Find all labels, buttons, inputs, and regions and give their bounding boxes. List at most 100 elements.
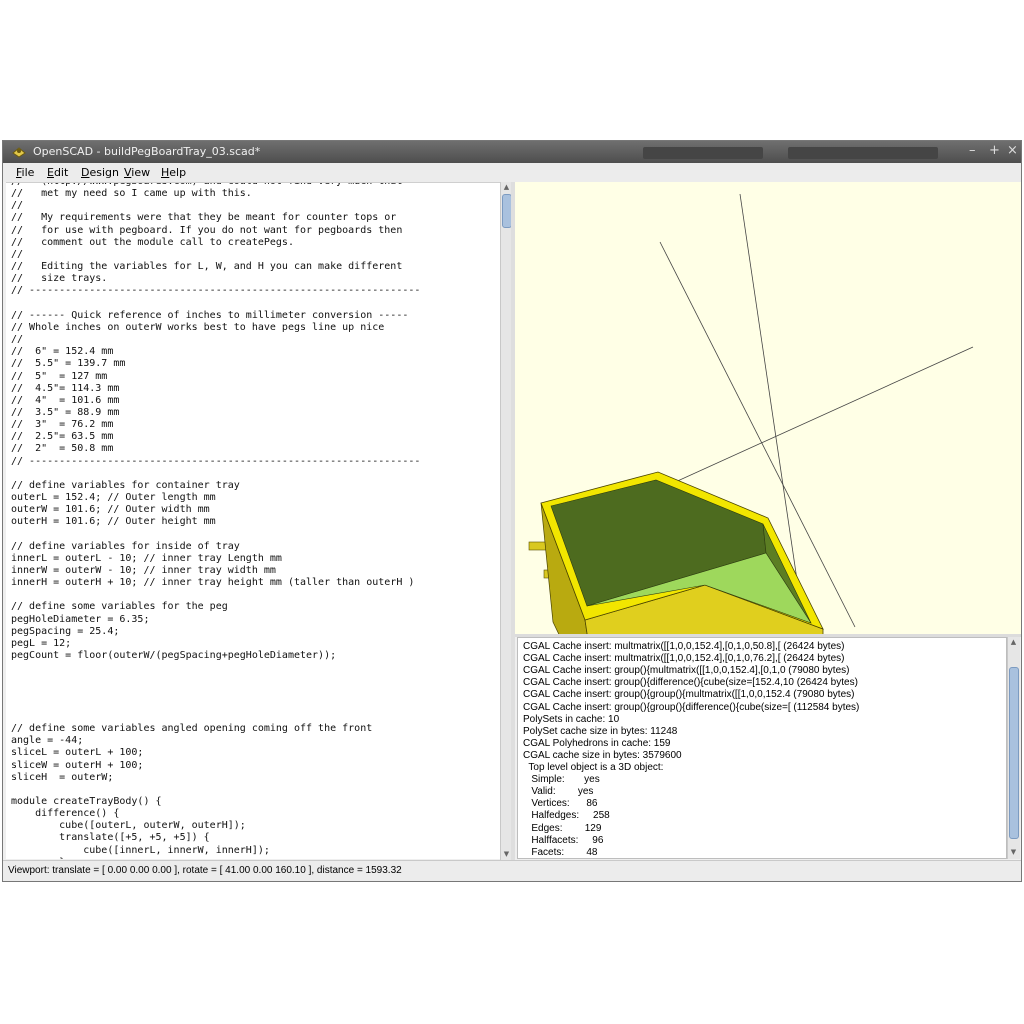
code-line[interactable]: sliceH = outerW; [11,772,420,784]
console-line: Vertices: 86 [523,798,598,810]
code-line[interactable]: // 5.5" = 139.7 mm [11,358,420,370]
code-line[interactable]: // 2" = 50.8 mm [11,443,420,455]
code-line[interactable]: // [11,200,420,212]
code-line[interactable]: pegCount = floor(outerW/(pegSpacing+pegH… [11,650,420,662]
title-bar-region [788,147,938,159]
console-line: Edges: 129 [523,822,602,834]
console-scrollbar[interactable]: ▲ ▼ [1007,637,1020,859]
close-icon[interactable]: × [1007,143,1018,158]
code-text[interactable]: // (http://www.pegboards.com) and could … [11,183,420,859]
console-line: PolySets in cache: 10 [523,713,620,725]
code-line[interactable] [11,784,420,796]
openscad-app-icon [12,147,26,158]
code-line[interactable]: // -------------------------------------… [11,285,420,297]
code-line[interactable]: innerL = outerL - 10; // inner tray Leng… [11,553,420,565]
console-line: CGAL Cache insert: group(){group(){multm… [523,689,855,701]
code-line[interactable]: translate([+5, +5, +5]) { [11,832,420,844]
code-line[interactable]: // 4" = 101.6 mm [11,395,420,407]
code-line[interactable]: // met my need so I came up with this. [11,188,420,200]
code-line[interactable]: outerH = 101.6; // Outer height mm [11,516,420,528]
menu-view[interactable]: View [124,166,150,179]
console-line: CGAL cache size in bytes: 3579600 [523,749,682,761]
code-line[interactable]: cube([outerL, outerW, outerH]); [11,820,420,832]
menu-help[interactable]: Help [161,166,186,179]
openscad-window: OpenSCAD - buildPegBoardTray_03.scad* – … [2,140,1022,882]
maximize-icon[interactable]: + [989,143,1000,158]
console-scroll-thumb[interactable] [1009,667,1019,839]
code-line[interactable]: // [11,249,420,261]
console-line: Valid: yes [523,786,594,798]
console-line: Simple: yes [523,774,600,786]
console-line: PolySet cache size in bytes: 11248 [523,725,678,737]
code-line[interactable]: // 6" = 152.4 mm [11,346,420,358]
code-line[interactable]: outerW = 101.6; // Outer width mm [11,504,420,516]
scroll-down-icon[interactable]: ▼ [1008,847,1019,858]
menu-design[interactable]: Design [81,166,119,179]
status-bar: Viewport: translate = [ 0.00 0.00 0.00 ]… [3,860,1021,881]
console-output[interactable]: CGAL Cache insert: multmatrix([[1,0,0,15… [517,637,1007,859]
code-line[interactable]: // 5" = 127 mm [11,371,420,383]
menu-file[interactable]: File [16,166,34,179]
code-line[interactable] [11,687,420,699]
console-line: CGAL Cache insert: group(){difference(){… [523,677,858,689]
code-line[interactable] [11,711,420,723]
code-line[interactable]: sliceW = outerH + 100; [11,760,420,772]
code-line[interactable]: // size trays. [11,273,420,285]
code-line[interactable] [11,529,420,541]
code-line[interactable] [11,298,420,310]
code-line[interactable]: // comment out the module call to create… [11,237,420,249]
console-line: CGAL Cache insert: multmatrix([[1,0,0,15… [523,641,845,652]
window-title: OpenSCAD - buildPegBoardTray_03.scad* [33,145,261,158]
code-line[interactable]: // ------ Quick reference of inches to m… [11,310,420,322]
3d-render: z x y [528,193,974,634]
code-line[interactable]: // define variables for inside of tray [11,541,420,553]
console-line: Halfedges: 258 [523,810,610,822]
code-line[interactable]: // define variables for container tray [11,480,420,492]
code-line[interactable]: pegHoleDiameter = 6.35; [11,614,420,626]
code-line[interactable]: module createTrayBody() { [11,796,420,808]
code-line[interactable]: // [11,334,420,346]
scroll-up-icon[interactable]: ▲ [1008,637,1019,648]
code-line[interactable]: // 2.5"= 63.5 mm [11,431,420,443]
title-bar-region [643,147,763,159]
code-line[interactable] [11,699,420,711]
console-line: Top level object is a 3D object: [523,762,664,773]
code-line[interactable]: innerH = outerH + 10; // inner tray heig… [11,577,420,589]
code-line[interactable] [11,674,420,686]
code-line[interactable] [11,662,420,674]
code-line[interactable]: // Whole inches on outerW works best to … [11,322,420,334]
console-line: Facets: 48 [523,846,598,858]
viewport-status-text: Viewport: translate = [ 0.00 0.00 0.00 ]… [8,865,402,876]
code-line[interactable]: sliceL = outerL + 100; [11,747,420,759]
3d-viewport[interactable]: z x y [515,182,1021,634]
code-line[interactable]: difference() { [11,808,420,820]
code-line[interactable]: // -------------------------------------… [11,456,420,468]
console-line: CGAL Polyhedrons in cache: 159 [523,737,671,749]
code-line[interactable]: // 3" = 76.2 mm [11,419,420,431]
code-line[interactable] [11,589,420,601]
code-line[interactable]: pegL = 12; [11,638,420,650]
code-line[interactable]: // 3.5" = 88.9 mm [11,407,420,419]
code-editor[interactable]: // (http://www.pegboards.com) and could … [6,182,500,859]
console-line: CGAL Cache insert: multmatrix([[1,0,0,15… [523,653,845,665]
code-line[interactable]: cube([innerL, innerW, innerH]); [11,845,420,857]
menu-bar: File Edit Design View Help [3,163,1021,182]
code-line[interactable]: angle = -44; [11,735,420,747]
code-line[interactable]: // My requirements were that they be mea… [11,212,420,224]
console-line: CGAL Cache insert: group(){group(){diffe… [523,701,860,713]
code-line[interactable]: // Editing the variables for L, W, and H… [11,261,420,273]
code-line[interactable]: // 4.5"= 114.3 mm [11,383,420,395]
console-line: CGAL Cache insert: group(){multmatrix([[… [523,665,850,677]
code-line[interactable]: // define some variables for the peg [11,601,420,613]
code-line[interactable]: innerW = outerW - 10; // inner tray widt… [11,565,420,577]
code-line[interactable] [11,468,420,480]
code-line[interactable]: pegSpacing = 25.4; [11,626,420,638]
minimize-icon[interactable]: – [969,143,976,158]
code-line[interactable]: // define some variables angled opening … [11,723,420,735]
menu-edit[interactable]: Edit [47,166,68,179]
console-line: Halffacets: 96 [523,834,604,846]
code-line[interactable]: } [11,857,420,859]
code-line[interactable]: // for use with pegboard. If you do not … [11,225,420,237]
code-line[interactable]: outerL = 152.4; // Outer length mm [11,492,420,504]
title-bar[interactable]: OpenSCAD - buildPegBoardTray_03.scad* – … [3,141,1021,163]
